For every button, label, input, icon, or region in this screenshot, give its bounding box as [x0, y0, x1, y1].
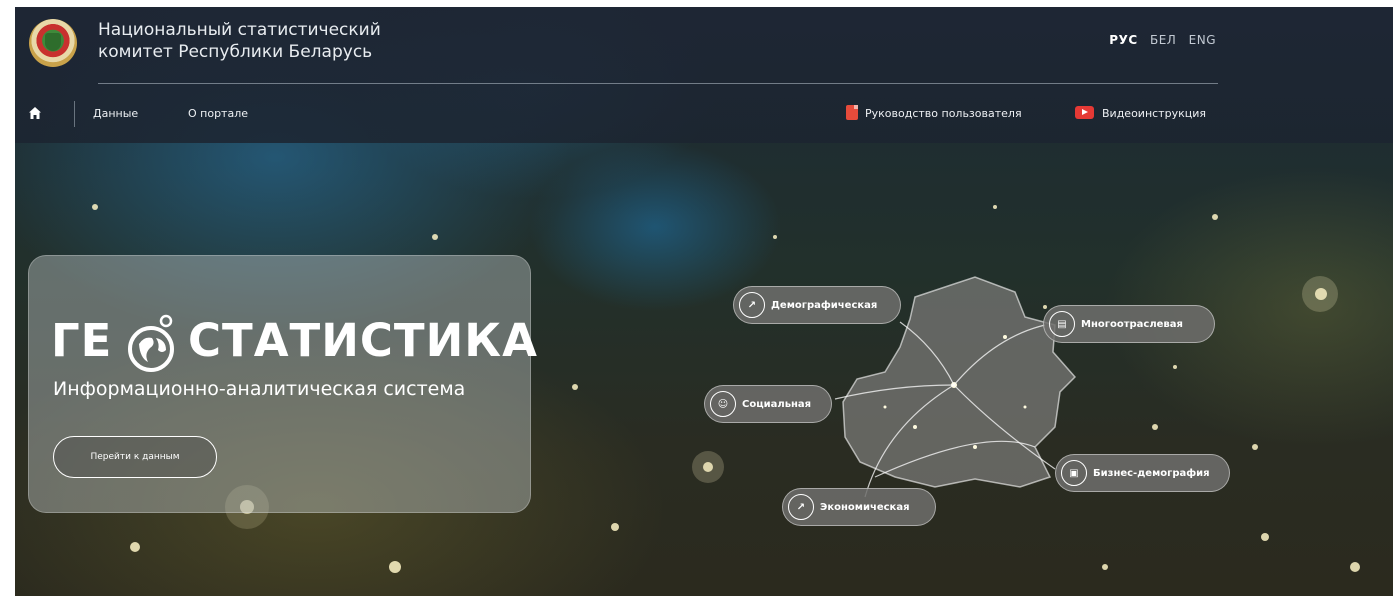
document-icon: ▤ [1049, 311, 1075, 337]
hero-card: ГЕ СТАТИСТИКА Информационно-аналитическа… [28, 255, 537, 513]
brand-suffix: СТАТИСТИКА [188, 314, 538, 367]
category-label: Бизнес-демография [1093, 467, 1210, 479]
go-to-data-button[interactable]: Перейти к данным [53, 436, 217, 478]
category-demographic[interactable]: ↗ Демографическая [733, 286, 901, 324]
pdf-icon[interactable] [846, 105, 858, 120]
nav-item-about[interactable]: О портале [188, 107, 248, 120]
category-multisector[interactable]: ▤ Многоотраслевая [1043, 305, 1215, 343]
category-label: Демографическая [771, 299, 878, 311]
category-business-demography[interactable]: ▣ Бизнес-демография [1055, 454, 1230, 492]
header-divider [98, 83, 1218, 84]
category-economic[interactable]: ↗ Экономическая [782, 488, 936, 526]
people-chart-icon: ↗ [739, 292, 765, 318]
nav-item-data[interactable]: Данные [93, 107, 138, 120]
org-name-line1: Национальный статистический [98, 20, 381, 40]
category-label: Социальная [742, 398, 812, 410]
page: Национальный статистический комитет Респ… [15, 7, 1393, 596]
language-switcher: РУС БЕЛ ENG [1101, 33, 1216, 47]
coat-of-arms-logo[interactable] [29, 19, 77, 67]
group-icon: ☺ [710, 391, 736, 417]
globe-pin-icon [128, 314, 174, 372]
system-tagline: Информационно-аналитическая система [53, 378, 466, 400]
video-guide-link[interactable]: Видеоинструкция [1102, 107, 1206, 120]
business-icon: ▣ [1061, 460, 1087, 486]
nav-divider [74, 101, 75, 127]
category-label: Многоотраслевая [1081, 318, 1183, 330]
home-icon[interactable] [28, 106, 42, 120]
category-label: Экономическая [820, 501, 910, 513]
growth-chart-icon: ↗ [788, 494, 814, 520]
site-header: Национальный статистический комитет Респ… [15, 7, 1393, 143]
lang-ru[interactable]: РУС [1109, 33, 1137, 47]
org-name-line2: комитет Республики Беларусь [98, 42, 373, 62]
lang-be[interactable]: БЕЛ [1150, 33, 1176, 47]
category-social[interactable]: ☺ Социальная [704, 385, 832, 423]
brand-prefix: ГЕ [51, 314, 113, 367]
lang-en[interactable]: ENG [1189, 33, 1216, 47]
organization-name[interactable]: Национальный статистический комитет Респ… [98, 19, 381, 63]
user-guide-link[interactable]: Руководство пользователя [865, 107, 1022, 120]
main-nav: Данные О портале Руководство пользовател… [15, 99, 1393, 131]
youtube-icon[interactable] [1075, 106, 1094, 119]
